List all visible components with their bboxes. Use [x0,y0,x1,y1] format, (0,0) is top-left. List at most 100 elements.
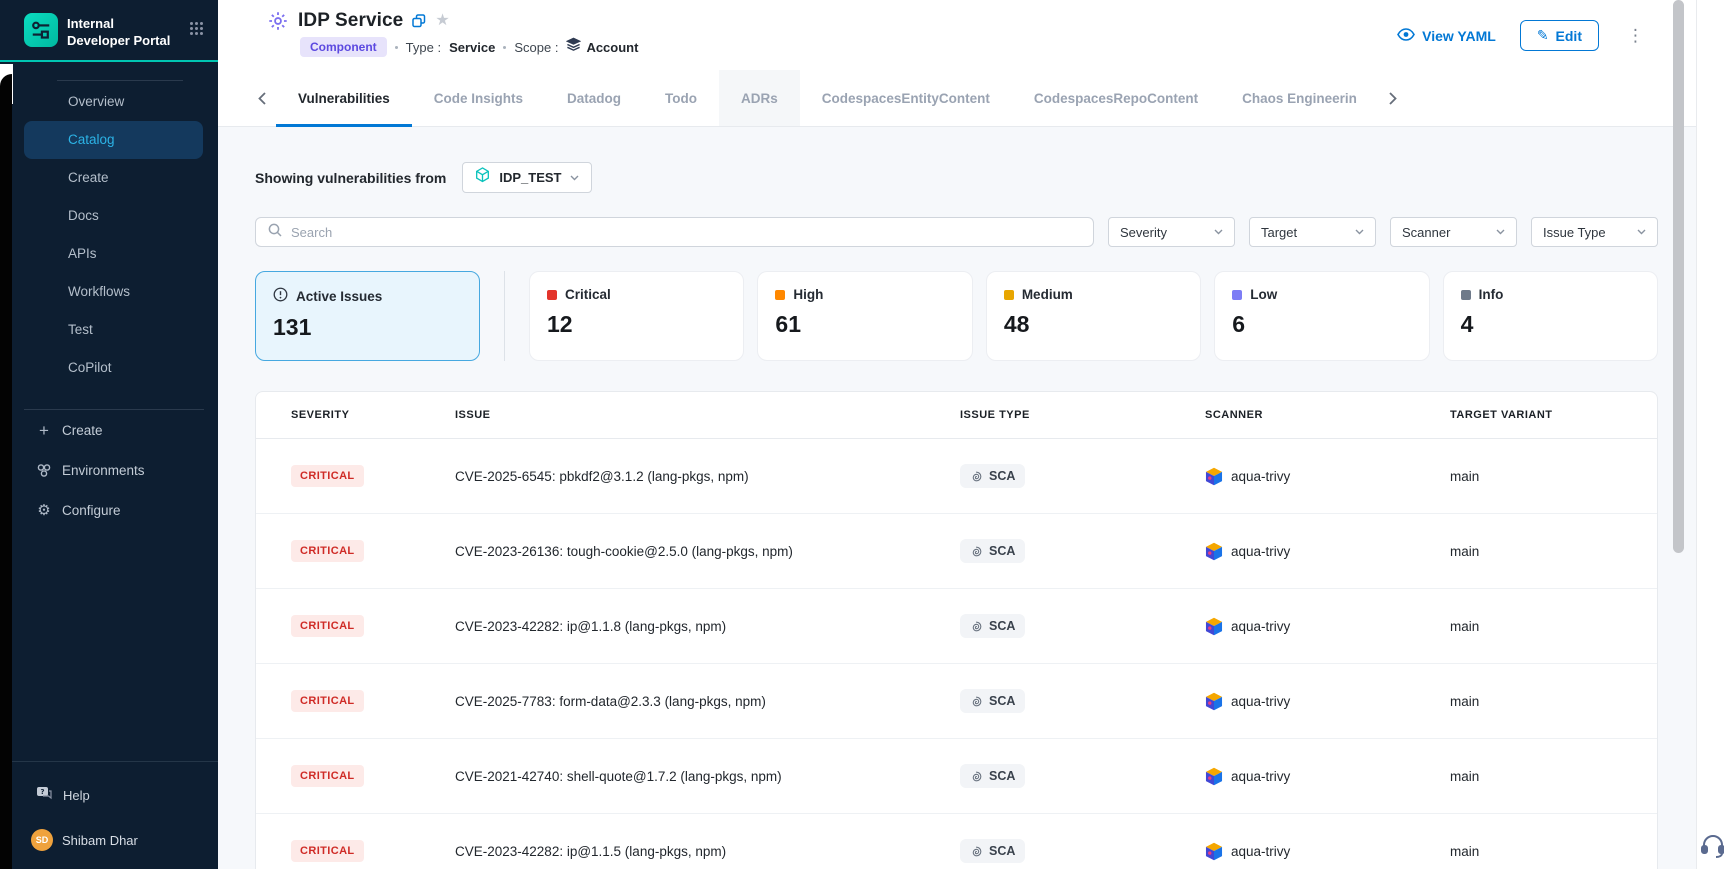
copy-icon[interactable] [412,14,426,28]
severity-cell: CRITICAL [291,540,455,562]
tab-label: Vulnerabilities [298,91,390,106]
sidebar-item-configure[interactable]: ⚙ Configure [0,492,218,530]
table-row[interactable]: CRITICAL CVE-2023-26136: tough-cookie@2.… [256,514,1657,589]
tab-datadog[interactable]: Datadog [545,70,643,126]
type-value: Service [449,40,495,55]
tab-chaos-engineering[interactable]: Chaos Engineerin [1220,70,1379,126]
tab-label: Datadog [567,91,621,106]
sidebar-item-copilot[interactable]: CoPilot [24,349,203,387]
scrollbar-thumb[interactable] [1673,0,1684,553]
info-dot-icon [1461,290,1471,300]
info-card[interactable]: Info 4 [1443,271,1658,361]
brand-title: Internal Developer Portal [67,13,180,50]
tab-todo[interactable]: Todo [643,70,719,126]
sca-icon [970,620,983,633]
sca-icon [970,545,983,558]
stat-cards: Critical 12 High 61 Medium 48 Low 6 [529,271,1658,361]
tab-vulnerabilities[interactable]: Vulnerabilities [276,70,412,126]
kebab-menu-icon[interactable]: ⋮ [1623,27,1648,44]
table-row[interactable]: CRITICAL CVE-2023-42282: ip@1.1.5 (lang-… [256,814,1657,869]
app-grid-icon[interactable] [189,21,204,41]
sidebar-item-label: APIs [68,246,97,261]
high-card[interactable]: High 61 [757,271,972,361]
chevron-down-icon [1496,229,1505,235]
sidebar-item-create[interactable]: Create [24,159,203,197]
sidebar-item-label: Create [68,170,109,185]
view-yaml-button[interactable]: View YAML [1397,28,1496,44]
medium-card[interactable]: Medium 48 [986,271,1201,361]
stat-count: 48 [1004,311,1183,338]
sidebar-action-label: Configure [62,503,121,518]
support-headset-icon[interactable] [1700,832,1724,863]
star-icon[interactable]: ★ [435,13,449,29]
user-name: Shibam Dhar [62,833,138,848]
issue-cell: CVE-2025-7783: form-data@2.3.3 (lang-pkg… [455,694,960,709]
help-chat-icon: ? [36,786,53,805]
sidebar-item-catalog[interactable]: Catalog [24,121,203,159]
sca-icon [970,470,983,483]
critical-card[interactable]: Critical 12 [529,271,744,361]
filter-target[interactable]: Target [1249,217,1376,247]
issue-type-cell: SCA [960,614,1205,638]
summary-row: Active Issues 131 Critical 12 High 61 [255,271,1658,361]
critical-dot-icon [547,290,557,300]
source-row: Showing vulnerabilities from IDP_TEST [255,162,1658,193]
issue-type-label: SCA [989,844,1015,858]
sidebar-item-workflows[interactable]: Workflows [24,273,203,311]
edit-button[interactable]: ✎ Edit [1520,20,1599,51]
tab-codespaces-entity-content[interactable]: CodespacesEntityContent [800,70,1012,126]
sidebar-item-environments[interactable]: Environments [0,452,218,490]
stat-count: 12 [547,311,726,338]
tab-label: Todo [665,91,697,106]
issue-cell: CVE-2023-26136: tough-cookie@2.5.0 (lang… [455,544,960,559]
table-row[interactable]: CRITICAL CVE-2025-6545: pbkdf2@3.1.2 (la… [256,439,1657,514]
page: Internal Developer Portal Overview Catal… [0,0,1724,869]
severity-cell: CRITICAL [291,615,455,637]
table-row[interactable]: CRITICAL CVE-2023-42282: ip@1.1.8 (lang-… [256,589,1657,664]
user-menu[interactable]: SD Shibam Dhar [0,805,218,869]
filter-severity[interactable]: Severity [1108,217,1235,247]
trivy-icon [1205,617,1223,636]
sidebar-item-overview[interactable]: Overview [24,83,203,121]
search-box [255,217,1094,247]
source-select[interactable]: IDP_TEST [462,162,592,193]
scrollbar-gutter [1696,0,1724,869]
scanner-cell: aqua-trivy [1205,467,1450,486]
chevron-down-icon [1355,229,1364,235]
tab-code-insights[interactable]: Code Insights [412,70,545,126]
stat-count: 4 [1461,311,1640,338]
search-input[interactable] [291,225,1081,240]
portal-logo-icon [24,13,58,47]
sidebar-item-test[interactable]: Test [24,311,203,349]
tab-label: CodespacesEntityContent [822,91,990,106]
dot-separator [395,46,398,49]
sidebar-item-create-action[interactable]: + Create [0,412,218,450]
table-row[interactable]: CRITICAL CVE-2025-7783: form-data@2.3.3 … [256,664,1657,739]
issue-cell: CVE-2025-6545: pbkdf2@3.1.2 (lang-pkgs, … [455,469,960,484]
low-card[interactable]: Low 6 [1214,271,1429,361]
issue-cell: CVE-2023-42282: ip@1.1.8 (lang-pkgs, npm… [455,619,960,634]
filter-scanner[interactable]: Scanner [1390,217,1517,247]
stat-label: Critical [565,287,611,302]
sidebar-item-docs[interactable]: Docs [24,197,203,235]
scope-value: Account [586,40,638,55]
tab-adrs[interactable]: ADRs [719,70,800,126]
issue-type-label: SCA [989,469,1015,483]
table-header: SEVERITY ISSUE ISSUE TYPE SCANNER TARGET… [256,392,1657,439]
sidebar-item-apis[interactable]: APIs [24,235,203,273]
help-button[interactable]: ? Help [0,762,218,805]
active-issues-card[interactable]: Active Issues 131 [255,271,480,361]
table-row[interactable]: CRITICAL CVE-2021-42740: shell-quote@1.7… [256,739,1657,814]
tabs-scroll-right-icon[interactable] [1379,70,1407,126]
type-label: Type : [406,40,441,55]
page-title: IDP Service [298,10,403,32]
issue-type-label: SCA [989,619,1015,633]
filter-issue-type[interactable]: Issue Type [1531,217,1658,247]
issue-type-label: SCA [989,694,1015,708]
component-badge: Component [300,37,387,57]
tab-codespaces-repo-content[interactable]: CodespacesRepoContent [1012,70,1220,126]
sidebar-item-label: Workflows [68,284,130,299]
tabs-scroll-left-icon[interactable] [248,70,276,126]
layers-icon [566,37,581,57]
issue-type-cell: SCA [960,464,1205,488]
